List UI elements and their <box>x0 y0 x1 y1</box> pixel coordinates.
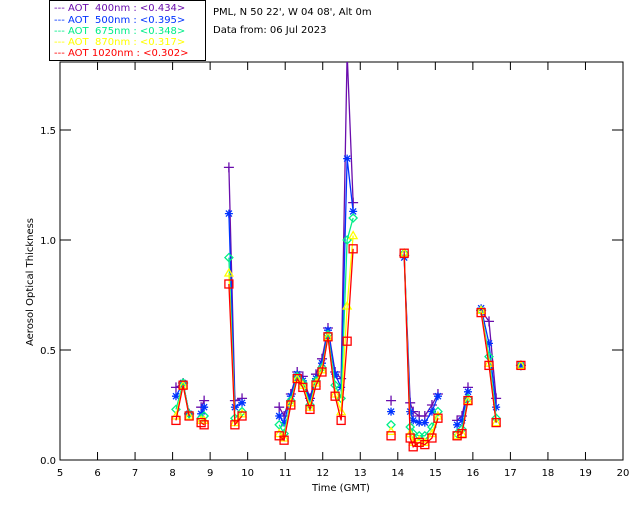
x-tick-label: 15 <box>429 468 442 479</box>
x-tick-label: 12 <box>316 468 329 479</box>
x-tick-label: 16 <box>466 468 479 479</box>
aot-chart: 5 6 7 8 9 10 11 12 13 14 15 16 17 18 19 200.00.51.01.5 … <box>25 48 630 494</box>
data-point <box>275 412 284 420</box>
data-point <box>342 48 352 58</box>
y-tick-label: 0.5 <box>40 346 56 357</box>
x-tick-label: 5 <box>57 468 63 479</box>
x-tick-label: 10 <box>241 468 254 479</box>
data-point <box>386 395 397 406</box>
data-point <box>238 398 247 407</box>
axes: 5 6 7 8 9 10 11 12 13 14 15 16 17 18 19 20 0.0 0.5 1.0 1.5 <box>40 61 630 479</box>
y-tick-label: 0.0 <box>40 456 56 467</box>
x-tick-label: 14 <box>391 468 404 479</box>
data-point <box>223 162 234 173</box>
x-tick-label: 11 <box>279 468 292 479</box>
x-tick-label: 20 <box>617 468 630 479</box>
x-tick-label: 17 <box>504 468 517 479</box>
data-point <box>200 403 209 412</box>
x-tick-label: 8 <box>169 468 175 479</box>
x-tick-label: 13 <box>354 468 367 479</box>
data-point <box>343 154 352 163</box>
series-aot-870nm <box>170 230 527 447</box>
x-tick-label: 9 <box>207 468 213 479</box>
y-tick-label: 1.5 <box>40 126 56 137</box>
data-point <box>420 418 429 427</box>
data-point <box>224 209 233 218</box>
series-line <box>176 236 521 443</box>
plot-area <box>170 48 527 452</box>
x-tick-label: 18 <box>542 468 555 479</box>
data-point <box>433 392 442 401</box>
x-tick-label: 6 <box>94 468 100 479</box>
x-tick-label: 7 <box>132 468 138 479</box>
x-tick-label: 19 <box>579 468 592 479</box>
data-point <box>387 407 396 416</box>
series-line <box>176 249 521 447</box>
y-axis-label: Aerosol Optical Thickness <box>25 218 36 346</box>
x-axis-label: Time (GMT) <box>311 483 370 494</box>
y-tick-label: 1.0 <box>40 236 56 247</box>
data-point <box>385 426 397 436</box>
data-point <box>274 402 285 413</box>
